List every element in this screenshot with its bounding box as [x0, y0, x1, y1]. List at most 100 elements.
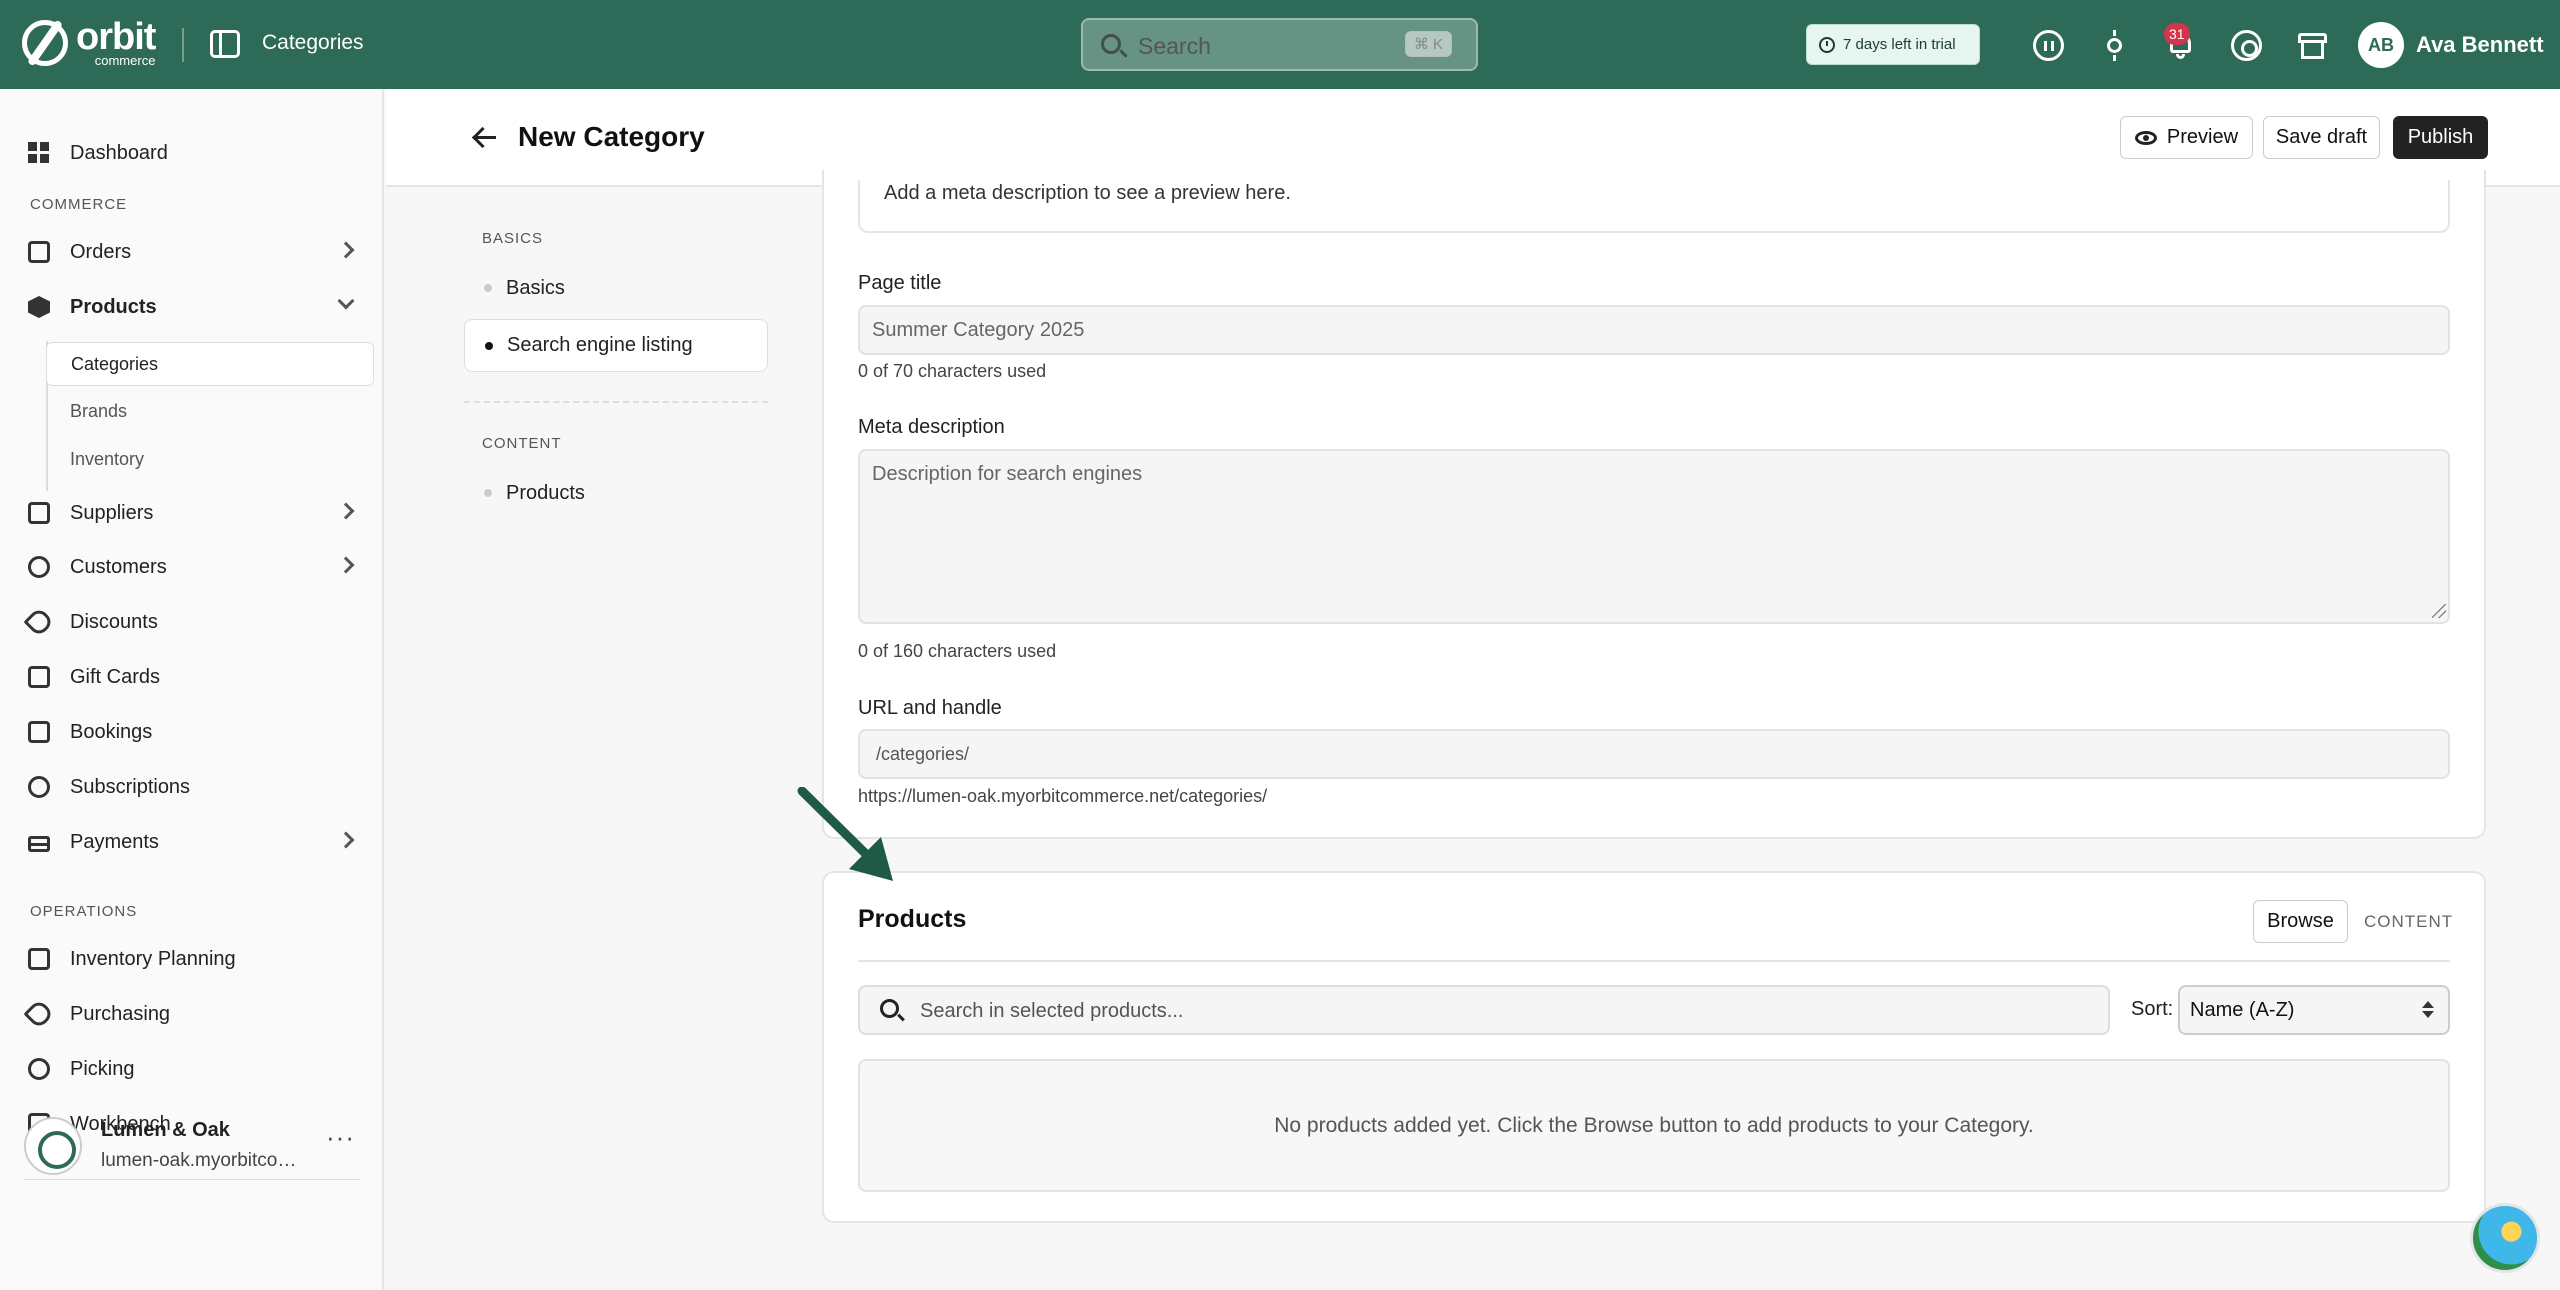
section-nav-products[interactable]: Products [464, 467, 768, 520]
section-nav-basics[interactable]: Basics [464, 262, 768, 315]
chevron-right-icon [337, 502, 355, 520]
sidebar-item-subscriptions[interactable]: Subscriptions [28, 769, 190, 805]
logo-word: orbit [76, 16, 156, 58]
sidebar-item-orders[interactable]: Orders [28, 234, 355, 270]
section-dot-active [485, 342, 493, 350]
store-url: lumen-oak.myorbitcommerce.net [101, 1150, 306, 1171]
preview-label: Preview [2166, 126, 2239, 148]
global-search-input[interactable]: Search ⌘ K [1081, 18, 1478, 71]
meta-description-textarea[interactable]: Description for search engines [858, 449, 2450, 624]
sidebar-item-purchasing[interactable]: Purchasing [23, 996, 171, 1032]
support-lifebuoy-icon[interactable] [2231, 30, 2262, 61]
trial-text: 7 days left in trial [1843, 36, 1956, 53]
section-nav-label: Products [506, 482, 585, 504]
sidebar-item-label: Orders [70, 240, 132, 263]
help-icon[interactable] [2033, 30, 2064, 61]
refresh-icon [28, 776, 50, 798]
sidebar-item-label: Picking [70, 1057, 135, 1080]
page-title-help: 0 of 70 characters used [858, 361, 1047, 381]
page-title-input[interactable]: Summer Category 2025 [858, 305, 2450, 355]
section-group-basics: BASICS [482, 230, 544, 247]
search-placeholder: Search [1138, 33, 1211, 59]
sidebar-toggle-icon[interactable] [210, 30, 240, 58]
section-nav-label: Basics [506, 277, 565, 299]
sidebar-item-label: Dashboard [70, 141, 168, 164]
storefront-icon[interactable] [2297, 30, 2328, 61]
browse-button[interactable]: Browse [2253, 900, 2348, 943]
theme-sun-icon[interactable] [2099, 30, 2130, 61]
assistant-avatar-icon[interactable] [2470, 1203, 2540, 1273]
url-handle-input[interactable]: /categories/ [858, 729, 2450, 779]
sidebar-item-discounts[interactable]: Discounts [23, 604, 158, 640]
clipboard-icon [28, 948, 50, 970]
nav-group-commerce: COMMERCE [30, 196, 128, 213]
sidebar-item-inventory-planning[interactable]: Inventory Planning [28, 941, 236, 977]
empty-products-message: No products added yet. Click the Browse … [858, 1059, 2450, 1192]
sidebar-item-payments[interactable]: Payments [28, 824, 355, 860]
notification-count-badge: 31 [2164, 23, 2190, 45]
section-dot [484, 489, 492, 497]
content-tab[interactable]: CONTENT [2364, 912, 2453, 932]
sort-select[interactable]: Name (A-Z) [2178, 985, 2450, 1035]
products-divider [858, 960, 2450, 962]
nav-group-operations: OPERATIONS [30, 903, 138, 920]
trial-badge[interactable]: 7 days left in trial [1806, 24, 1980, 65]
orbit-logo[interactable]: orbit commerce [22, 16, 156, 67]
sidebar-subitem-categories[interactable]: Categories [46, 342, 374, 386]
product-search-input[interactable]: Search in selected products... [858, 985, 2110, 1035]
sidebar-item-customers[interactable]: Customers [28, 549, 355, 585]
sidebar-item-label: Purchasing [70, 1002, 171, 1025]
section-group-content: CONTENT [482, 435, 562, 452]
store-logo-icon[interactable] [24, 1117, 82, 1175]
products-card-title: Products [858, 905, 967, 933]
map-pin-icon [28, 1058, 50, 1080]
chevron-right-icon [337, 831, 355, 849]
products-cube-icon [28, 296, 50, 318]
section-nav-seo[interactable]: Search engine listing [464, 319, 768, 372]
resize-handle-icon[interactable] [2432, 604, 2446, 618]
topbar-divider [182, 28, 184, 62]
sidebar-item-label: Products [70, 295, 157, 318]
customers-users-icon [28, 556, 50, 578]
discounts-tag-icon [23, 606, 55, 638]
sidebar-item-picking[interactable]: Picking [28, 1051, 134, 1087]
section-nav-label: Search engine listing [507, 334, 693, 356]
page-title: New Category [518, 121, 705, 152]
preview-button[interactable]: Preview [2120, 116, 2253, 159]
orbit-logo-icon [22, 19, 68, 66]
sidebar-item-dashboard[interactable]: Dashboard [28, 135, 168, 171]
annotation-arrow-icon [797, 787, 893, 881]
section-nav-divider [464, 401, 768, 403]
sidebar-item-bookings[interactable]: Bookings [28, 714, 152, 750]
save-draft-button[interactable]: Save draft [2263, 116, 2380, 159]
chevron-down-icon [337, 292, 355, 310]
top-bar: orbit commerce Categories Search ⌘ K 7 d… [0, 0, 2560, 89]
sidebar-item-products[interactable]: Products [28, 289, 355, 325]
search-icon [1101, 34, 1121, 54]
chevron-right-icon [337, 241, 355, 259]
publish-button[interactable]: Publish [2393, 116, 2488, 159]
meta-description-help: 0 of 160 characters used [858, 641, 1057, 661]
user-name[interactable]: Ava Bennett [2416, 32, 2544, 58]
sidebar-item-gift-cards[interactable]: Gift Cards [28, 659, 160, 695]
sidebar-item-label: Suppliers [70, 501, 154, 524]
suppliers-building-icon [28, 502, 50, 524]
user-avatar[interactable]: AB [2358, 22, 2404, 68]
sidebar-item-label: Payments [70, 830, 159, 853]
url-handle-label: URL and handle [858, 697, 1002, 719]
url-full-preview: https://lumen-oak.myorbitcommerce.net/ca… [858, 786, 1268, 806]
page-title-label: Page title [858, 272, 942, 294]
sidebar-item-label: Bookings [70, 720, 153, 743]
back-arrow-icon[interactable] [472, 125, 498, 151]
sidebar-subitem-inventory[interactable]: Inventory [46, 437, 374, 481]
store-name: Lumen & Oak [101, 1119, 230, 1141]
sidebar-subitem-brands[interactable]: Brands [46, 389, 374, 433]
eye-icon [2134, 130, 2157, 145]
clock-icon [1819, 36, 1835, 53]
calendar-icon [28, 721, 50, 743]
search-preview-hint: Add a meta description to see a preview … [884, 182, 1291, 204]
sidebar-item-label: Inventory Planning [70, 947, 236, 970]
sidebar-item-label: Discounts [70, 610, 158, 633]
more-options-icon[interactable]: ··· [326, 1122, 355, 1153]
sidebar-item-suppliers[interactable]: Suppliers [28, 495, 355, 531]
